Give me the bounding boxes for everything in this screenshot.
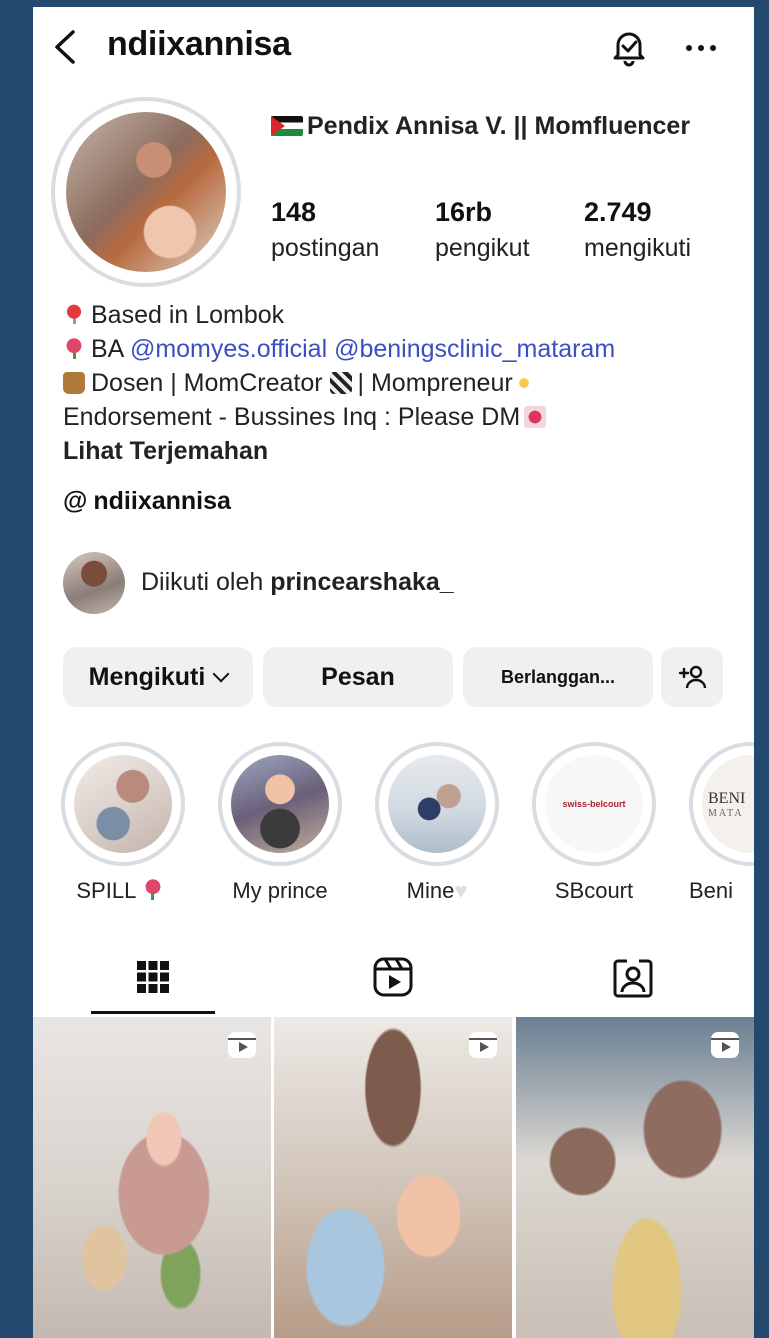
bio-mompreneur-text: | Mompreneur [357, 369, 513, 397]
reel-badge-icon [711, 1032, 739, 1058]
chevron-down-icon [212, 665, 230, 683]
bio-ba-text: BA [91, 335, 123, 363]
subscribe-button-label: Berlanggan... [500, 666, 616, 687]
mention-link-beningsclinic[interactable]: @beningsclinic_mataram [334, 335, 615, 363]
following-button[interactable]: Mengikuti [63, 647, 253, 707]
reel-badge-icon [469, 1032, 497, 1058]
suggest-people-button[interactable] [661, 647, 723, 707]
highlight-thumbnail: BENI MATA [702, 755, 754, 853]
stat-following-count: 2.749 [584, 197, 652, 227]
highlight-beni[interactable]: BENI MATA Beni [689, 742, 754, 904]
highlight-mine[interactable]: Mine♥ [375, 742, 499, 904]
followed-by-text: Diikuti oleh princearshaka_ [141, 568, 454, 597]
stat-followers[interactable]: 16rb pengikut [435, 197, 530, 263]
stat-following[interactable]: 2.749 mengikuti [584, 197, 691, 263]
bio-line-location: Based in Lombok [63, 298, 743, 332]
profile-screen: ndiixannisa Pendix Annisa V. || Momfluen… [33, 7, 754, 1338]
following-button-label: Mengikuti [88, 662, 206, 691]
stat-followers-label: pengikut [435, 234, 530, 262]
highlight-ring [218, 742, 342, 866]
highlight-thumbnail [388, 755, 486, 853]
tab-posts-grid[interactable] [33, 937, 273, 1017]
profile-avatar[interactable] [51, 97, 241, 287]
highlight-label: My prince [232, 878, 328, 903]
notification-bell-icon[interactable] [610, 27, 648, 67]
pin-icon [63, 304, 85, 326]
sbcourt-logo: swiss-belcourt [562, 799, 626, 809]
mataram-logo-text: MATA [708, 807, 744, 819]
back-arrow-icon[interactable] [51, 29, 79, 65]
threads-link[interactable]: @ ndiixannisa [63, 487, 231, 516]
highlight-label: SBcourt [554, 878, 634, 903]
threads-icon: @ [63, 487, 88, 515]
mutual-follower-avatar [63, 552, 125, 614]
top-bar: ndiixannisa [33, 7, 754, 87]
bio: Based in Lombok BA @momyes.official @ben… [63, 298, 743, 468]
display-name-text: Pendix Annisa V. || Momfluencer [307, 112, 691, 140]
message-button[interactable]: Pesan [263, 647, 453, 707]
stat-followers-count: 16rb [435, 197, 493, 227]
mention-link-momyes[interactable]: @momyes.official [130, 335, 327, 363]
threads-handle: ndiixannisa [93, 487, 231, 515]
message-button-label: Pesan [321, 662, 395, 691]
highlight-label: Mine♥ [406, 878, 468, 903]
followed-by-prefix: Diikuti oleh [141, 568, 264, 596]
avatar-photo [66, 112, 226, 272]
highlight-ring [61, 742, 185, 866]
white-heart-icon: ♥ [454, 878, 468, 903]
highlight-label: Beni [689, 878, 734, 903]
subscribe-button[interactable]: Berlanggan... [463, 647, 653, 707]
grid-icon [137, 961, 169, 993]
add-person-icon [678, 665, 707, 689]
palestine-flag-icon [271, 116, 303, 136]
mutual-follower-name: princearshaka_ [270, 568, 454, 596]
tab-tagged[interactable] [513, 937, 753, 1017]
post-thumbnail[interactable] [33, 1017, 271, 1338]
tagged-person-icon [613, 959, 653, 998]
highlight-spill[interactable]: SPILL [61, 742, 185, 904]
tulip-icon [141, 879, 164, 901]
bio-work-text: Dosen | MomCreator [91, 369, 323, 397]
bio-line-ba: BA @momyes.official @beningsclinic_matar… [63, 332, 743, 366]
clapper-board-icon [329, 372, 352, 394]
display-name: Pendix Annisa V. || Momfluencer [271, 112, 690, 141]
highlight-ring: BENI MATA [689, 742, 754, 866]
reel-badge-icon [228, 1032, 256, 1058]
post-thumbnail[interactable] [516, 1017, 754, 1338]
highlight-ring: swiss-belcourt [532, 742, 656, 866]
stat-posts-count: 148 [271, 197, 317, 227]
bio-location-text: Based in Lombok [91, 301, 285, 329]
active-tab-indicator [91, 1011, 215, 1014]
highlight-my-prince[interactable]: My prince [218, 742, 342, 904]
heart-letter-icon [524, 406, 547, 428]
stat-posts[interactable]: 148 postingan [271, 197, 379, 263]
sparkles-icon [512, 372, 535, 394]
highlight-thumbnail [231, 755, 329, 853]
bio-line-endorsement: Endorsement - Bussines Inq : Please DM [63, 400, 743, 434]
highlight-sbcourt[interactable]: swiss-belcourt SBcourt [532, 742, 656, 904]
username-title: ndiixannisa [107, 25, 291, 63]
tab-reels[interactable] [273, 937, 513, 1017]
bio-endorsement-text: Endorsement - Bussines Inq : Please DM [63, 403, 521, 431]
bening-logo-text: BENI [708, 789, 746, 807]
stat-following-label: mengikuti [584, 234, 691, 262]
more-options-icon[interactable] [681, 33, 721, 63]
highlight-thumbnail: swiss-belcourt [545, 755, 643, 853]
post-thumbnail[interactable] [274, 1017, 512, 1338]
tulip-icon [63, 338, 85, 360]
highlight-ring [375, 742, 499, 866]
stat-posts-label: postingan [271, 234, 380, 262]
handbag-icon [63, 372, 85, 394]
reels-icon [373, 957, 413, 997]
see-translation-link[interactable]: Lihat Terjemahan [63, 434, 743, 468]
highlight-label: SPILL [61, 878, 185, 904]
highlight-thumbnail [74, 755, 172, 853]
bio-line-work: Dosen | MomCreator | Mompreneur [63, 366, 743, 400]
